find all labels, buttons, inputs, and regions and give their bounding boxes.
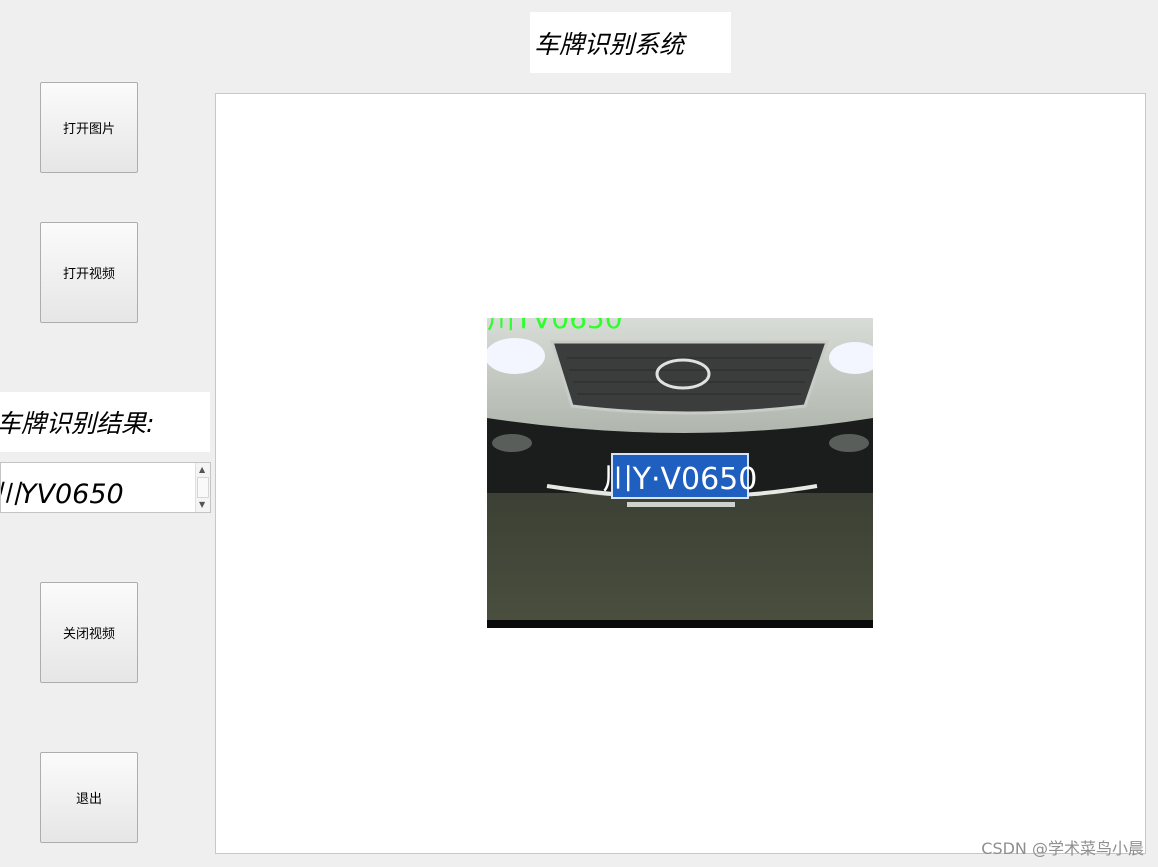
- car-image: 川Y·V0650 川YV0650: [487, 318, 873, 628]
- watermark: CSDN @学术菜鸟小晨: [981, 839, 1144, 858]
- overlay-text: 川YV0650: [487, 318, 623, 335]
- result-value: 川YV0650: [0, 479, 124, 510]
- exit-button[interactable]: 退出: [40, 752, 138, 843]
- scroll-up-icon[interactable]: ▲: [199, 466, 205, 474]
- scroll-down-icon[interactable]: ▼: [199, 501, 205, 509]
- open-image-button[interactable]: 打开图片: [40, 82, 138, 173]
- result-scrollbar[interactable]: ▲ ▼: [195, 463, 210, 512]
- open-video-button[interactable]: 打开视频: [40, 222, 138, 323]
- result-label: 车牌识别结果:: [0, 409, 155, 438]
- result-label-box: 车牌识别结果:: [0, 392, 210, 452]
- result-field[interactable]: 川YV0650 ▲ ▼: [0, 462, 211, 513]
- image-display-panel: 川Y·V0650 川YV0650: [215, 93, 1146, 854]
- plate-text: 川Y·V0650: [603, 462, 758, 497]
- close-video-button[interactable]: 关闭视频: [40, 582, 138, 683]
- scroll-track: [197, 477, 209, 498]
- title-box: 车牌识别系统: [530, 12, 731, 73]
- page-title: 车牌识别系统: [534, 29, 685, 59]
